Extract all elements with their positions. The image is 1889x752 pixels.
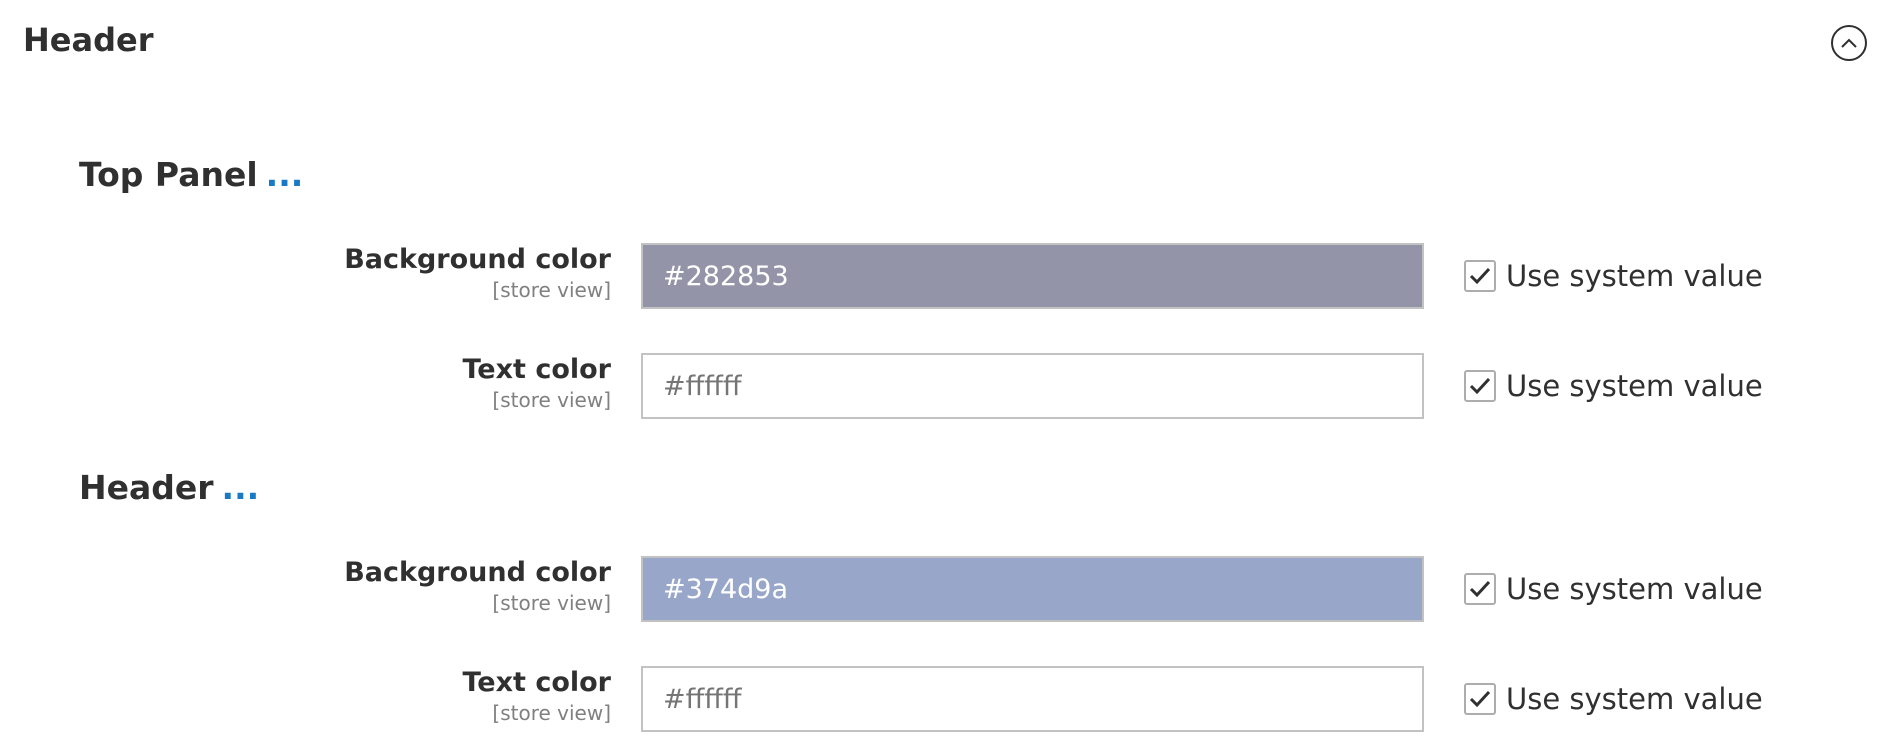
field-row-top-panel-background-color: Background color [store view] Use system… <box>0 243 1889 311</box>
field-label: Text color [store view] <box>462 353 611 413</box>
text-color-input[interactable] <box>641 353 1424 419</box>
field-label: Background color [store view] <box>344 243 611 303</box>
group-title-text: Top Panel <box>79 155 258 194</box>
field-label-text: Text color <box>462 667 611 698</box>
use-system-value-label: Use system value <box>1506 682 1763 716</box>
field-label-text: Background color <box>344 557 611 588</box>
use-system-value-label: Use system value <box>1506 259 1763 293</box>
use-system-value-checkbox[interactable] <box>1464 260 1496 292</box>
text-color-input[interactable] <box>641 666 1424 732</box>
use-system-value-toggle[interactable]: Use system value <box>1464 259 1763 293</box>
group-title-top-panel: Top Panel... <box>79 155 303 195</box>
field-label-text: Background color <box>344 244 611 275</box>
background-color-input[interactable] <box>641 243 1424 309</box>
field-scope: [store view] <box>492 388 611 412</box>
field-row-top-panel-text-color: Text color [store view] Use system value <box>0 353 1889 421</box>
use-system-value-label: Use system value <box>1506 369 1763 403</box>
checkmark-icon <box>1469 267 1491 285</box>
field-scope: [store view] <box>492 701 611 725</box>
background-color-input[interactable] <box>641 556 1424 622</box>
group-title-text: Header <box>79 468 214 507</box>
use-system-value-toggle[interactable]: Use system value <box>1464 682 1763 716</box>
theme-config-page: Header Top Panel... Background color [st… <box>0 0 1889 752</box>
checkmark-icon <box>1469 580 1491 598</box>
field-row-header-background-color: Background color [store view] Use system… <box>0 556 1889 624</box>
field-label-text: Text color <box>462 354 611 385</box>
field-scope: [store view] <box>492 278 611 302</box>
field-label: Background color [store view] <box>344 556 611 616</box>
use-system-value-checkbox[interactable] <box>1464 683 1496 715</box>
collapse-section-button[interactable] <box>1831 25 1867 61</box>
chevron-up-icon <box>1841 38 1857 48</box>
field-row-header-text-color: Text color [store view] Use system value <box>0 666 1889 734</box>
use-system-value-toggle[interactable]: Use system value <box>1464 369 1763 403</box>
checkmark-icon <box>1469 690 1491 708</box>
group-more-link[interactable]: ... <box>222 468 260 507</box>
group-more-link[interactable]: ... <box>266 155 304 194</box>
checkmark-icon <box>1469 377 1491 395</box>
section-title[interactable]: Header <box>23 20 153 60</box>
group-title-header: Header... <box>79 468 259 508</box>
use-system-value-label: Use system value <box>1506 572 1763 606</box>
field-label: Text color [store view] <box>462 666 611 726</box>
field-scope: [store view] <box>492 591 611 615</box>
use-system-value-checkbox[interactable] <box>1464 573 1496 605</box>
use-system-value-toggle[interactable]: Use system value <box>1464 572 1763 606</box>
use-system-value-checkbox[interactable] <box>1464 370 1496 402</box>
